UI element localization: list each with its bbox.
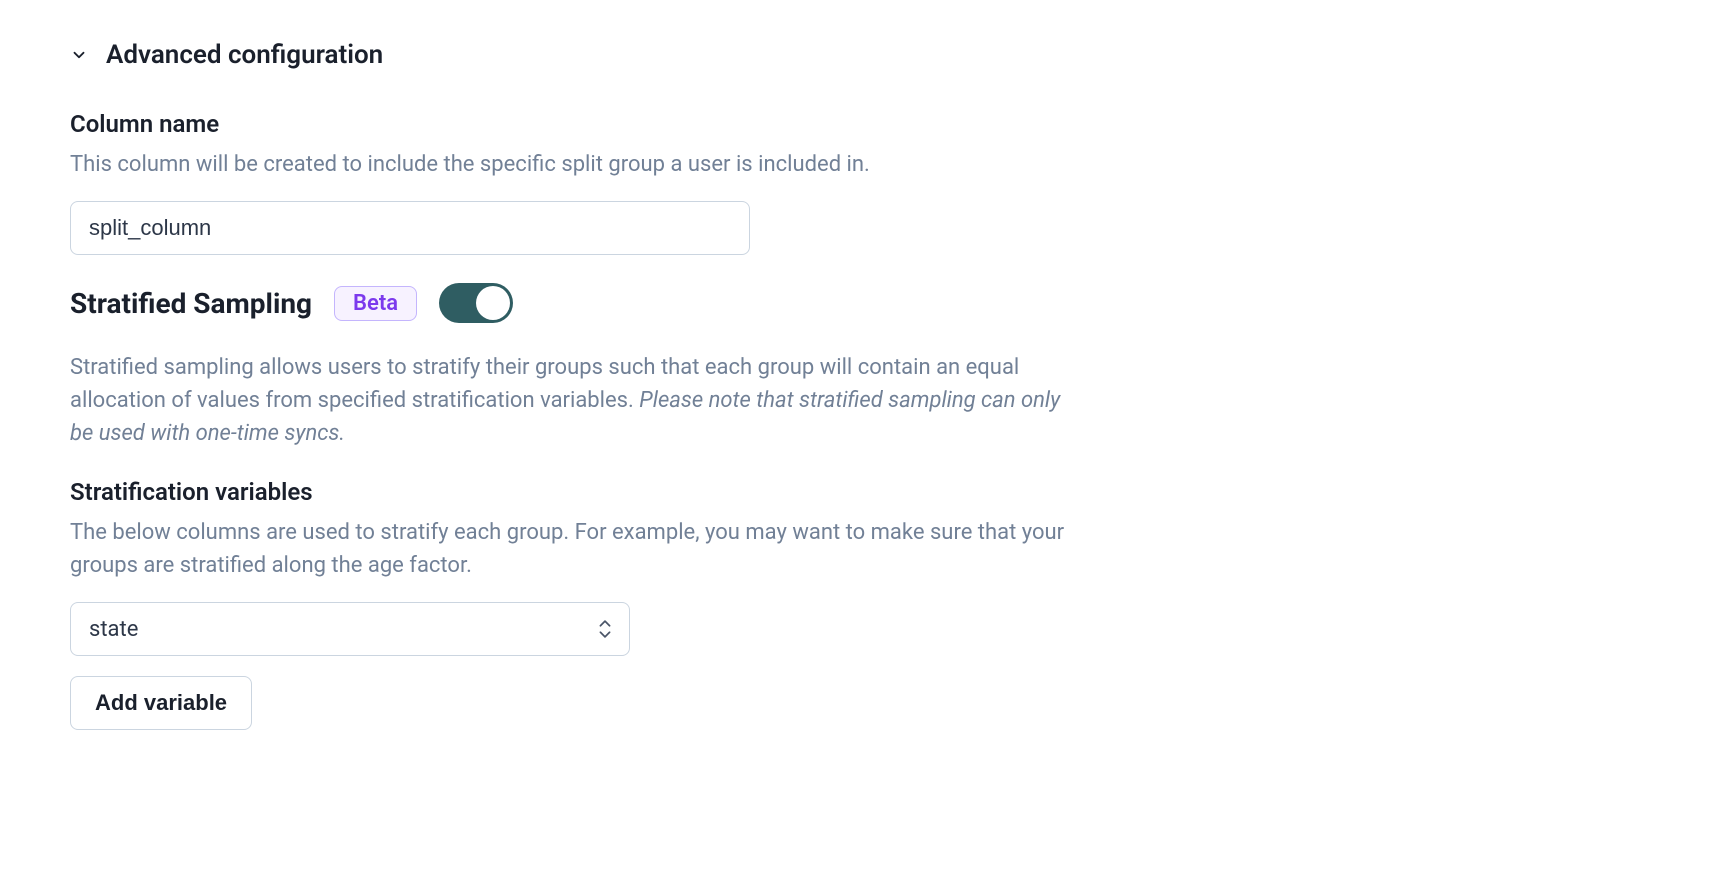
add-variable-button-label: Add variable bbox=[95, 690, 227, 716]
add-variable-button[interactable]: Add variable bbox=[70, 676, 252, 730]
stratification-variables-help: The below columns are used to stratify e… bbox=[70, 516, 1080, 582]
stratified-sampling-heading: Stratified Sampling bbox=[70, 287, 312, 320]
column-name-label: Column name bbox=[70, 110, 1080, 138]
stratification-variable-select[interactable]: state bbox=[70, 602, 630, 656]
stratified-sampling-toggle[interactable] bbox=[439, 283, 513, 323]
stratification-variables-label: Stratification variables bbox=[70, 478, 1080, 506]
column-name-block: Column name This column will be created … bbox=[70, 110, 1080, 255]
stratified-description-block: Stratified sampling allows users to stra… bbox=[70, 351, 1080, 450]
stratification-variable-select-wrap: state bbox=[70, 602, 630, 656]
advanced-configuration-header[interactable]: Advanced configuration bbox=[70, 40, 1650, 70]
column-name-help: This column will be created to include t… bbox=[70, 148, 1080, 181]
chevron-down-icon bbox=[70, 46, 88, 64]
stratification-variable-selected: state bbox=[89, 617, 138, 642]
stratification-variables-block: Stratification variables The below colum… bbox=[70, 478, 1080, 730]
beta-badge: Beta bbox=[334, 286, 417, 321]
toggle-knob bbox=[476, 286, 510, 320]
section-title: Advanced configuration bbox=[106, 40, 383, 70]
stratified-description: Stratified sampling allows users to stra… bbox=[70, 351, 1080, 450]
stratified-sampling-row: Stratified Sampling Beta bbox=[70, 283, 1650, 323]
column-name-input[interactable] bbox=[70, 201, 750, 255]
